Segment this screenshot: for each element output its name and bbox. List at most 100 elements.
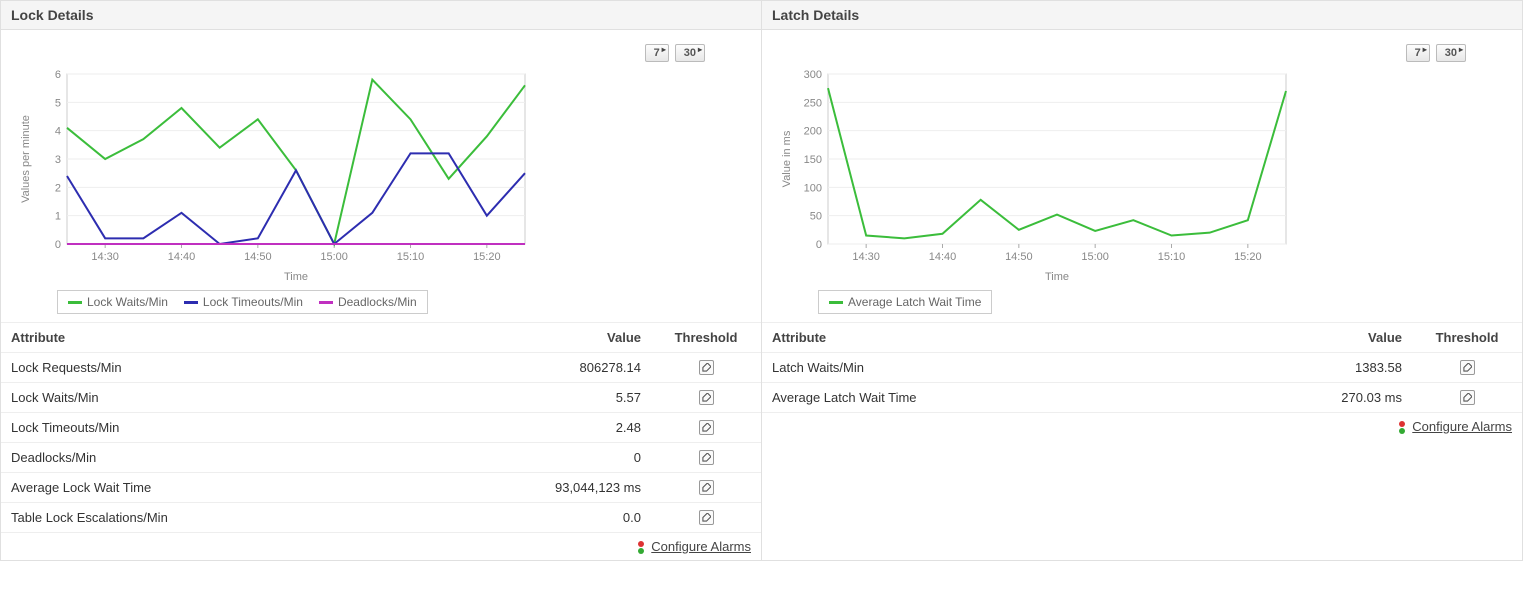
- svg-text:0: 0: [816, 239, 822, 251]
- value-cell: 5.57: [511, 383, 651, 413]
- threshold-edit-icon[interactable]: [699, 480, 714, 495]
- svg-text:15:00: 15:00: [1081, 251, 1109, 263]
- legend-swatch: [829, 301, 843, 304]
- value-cell: 0.0: [511, 503, 651, 533]
- svg-text:2: 2: [55, 182, 61, 194]
- latch-range-7-button[interactable]: 7: [1406, 44, 1430, 62]
- svg-text:15:20: 15:20: [1234, 251, 1262, 263]
- svg-text:4: 4: [55, 126, 61, 138]
- attr-cell: Latch Waits/Min: [762, 353, 1272, 383]
- svg-text:14:40: 14:40: [168, 251, 196, 263]
- legend-label: Average Latch Wait Time: [848, 295, 981, 309]
- threshold-edit-icon[interactable]: [699, 390, 714, 405]
- threshold-cell: [651, 443, 761, 473]
- table-row: Lock Timeouts/Min2.48: [1, 413, 761, 443]
- svg-text:14:40: 14:40: [929, 251, 957, 263]
- svg-text:15:00: 15:00: [320, 251, 348, 263]
- table-row: Average Latch Wait Time270.03 ms: [762, 383, 1522, 413]
- svg-text:0: 0: [55, 239, 61, 251]
- alarm-status-icon: [1399, 421, 1405, 434]
- threshold-cell: [651, 353, 761, 383]
- legend-label: Lock Waits/Min: [87, 295, 168, 309]
- legend-label: Lock Timeouts/Min: [203, 295, 303, 309]
- legend-item: Deadlocks/Min: [319, 295, 417, 309]
- table-row: Lock Requests/Min806278.14: [1, 353, 761, 383]
- threshold-edit-icon[interactable]: [699, 510, 714, 525]
- lock-chart-legend: Lock Waits/Min Lock Timeouts/Min Deadlocks…: [57, 290, 428, 314]
- svg-text:6: 6: [55, 69, 61, 81]
- svg-text:5: 5: [55, 97, 61, 109]
- legend-swatch: [184, 301, 198, 304]
- table-row: Average Lock Wait Time93,044,123 ms: [1, 473, 761, 503]
- svg-text:14:30: 14:30: [852, 251, 880, 263]
- table-row: Deadlocks/Min0: [1, 443, 761, 473]
- legend-item: Average Latch Wait Time: [829, 295, 981, 309]
- attr-cell: Average Latch Wait Time: [762, 383, 1272, 413]
- latch-range-buttons: 7 30: [778, 38, 1506, 64]
- svg-text:14:50: 14:50: [1005, 251, 1033, 263]
- latch-chart-legend: Average Latch Wait Time: [818, 290, 992, 314]
- svg-text:15:10: 15:10: [1158, 251, 1186, 263]
- value-cell: 93,044,123 ms: [511, 473, 651, 503]
- svg-text:14:30: 14:30: [91, 251, 119, 263]
- threshold-cell: [1412, 353, 1522, 383]
- latch-metrics-table: Attribute Value Threshold Latch Waits/Mi…: [762, 322, 1522, 413]
- lock-range-30-button[interactable]: 30: [675, 44, 705, 62]
- latch-configure-row: Configure Alarms: [762, 413, 1522, 440]
- svg-text:100: 100: [804, 182, 822, 194]
- col-attribute: Attribute: [762, 323, 1272, 353]
- lock-configure-alarms-link[interactable]: Configure Alarms: [651, 539, 751, 554]
- latch-chart-area: 7 30 0 50 100 150 200 250 300 14:30 14:40 14:50 15…: [762, 30, 1522, 322]
- svg-text:50: 50: [810, 211, 822, 223]
- svg-text:15:20: 15:20: [473, 251, 501, 263]
- value-cell: 270.03 ms: [1272, 383, 1412, 413]
- lock-chart-area: 7 30 012345614:3014:4014:5015:0015:1015:…: [1, 30, 761, 322]
- legend-item: Lock Timeouts/Min: [184, 295, 303, 309]
- svg-text:1: 1: [55, 211, 61, 223]
- svg-text:Time: Time: [1045, 271, 1069, 283]
- lock-range-7-button[interactable]: 7: [645, 44, 669, 62]
- col-value: Value: [511, 323, 651, 353]
- svg-text:15:10: 15:10: [397, 251, 425, 263]
- threshold-edit-icon[interactable]: [1460, 390, 1475, 405]
- legend-swatch: [68, 301, 82, 304]
- lock-details-panel: Lock Details 7 30 012345614:3014:4014:50…: [0, 0, 761, 561]
- latch-configure-alarms-link[interactable]: Configure Alarms: [1412, 419, 1512, 434]
- attr-cell: Lock Timeouts/Min: [1, 413, 511, 443]
- svg-text:150: 150: [804, 154, 822, 166]
- svg-text:200: 200: [804, 126, 822, 138]
- legend-swatch: [319, 301, 333, 304]
- attr-cell: Deadlocks/Min: [1, 443, 511, 473]
- value-cell: 0: [511, 443, 651, 473]
- latch-range-30-button[interactable]: 30: [1436, 44, 1466, 62]
- col-threshold: Threshold: [651, 323, 761, 353]
- threshold-edit-icon[interactable]: [1460, 360, 1475, 375]
- threshold-cell: [651, 413, 761, 443]
- svg-text:Time: Time: [284, 271, 308, 283]
- lock-metrics-table: Attribute Value Threshold Lock Requests/…: [1, 322, 761, 533]
- legend-label: Deadlocks/Min: [338, 295, 417, 309]
- col-threshold: Threshold: [1412, 323, 1522, 353]
- attr-cell: Lock Waits/Min: [1, 383, 511, 413]
- svg-text:3: 3: [55, 154, 61, 166]
- threshold-edit-icon[interactable]: [699, 360, 714, 375]
- col-value: Value: [1272, 323, 1412, 353]
- col-attribute: Attribute: [1, 323, 511, 353]
- table-row: Lock Waits/Min5.57: [1, 383, 761, 413]
- svg-text:Values per minute: Values per minute: [20, 115, 32, 203]
- threshold-edit-icon[interactable]: [699, 450, 714, 465]
- svg-text:300: 300: [804, 69, 822, 81]
- svg-text:Value in ms: Value in ms: [781, 130, 793, 187]
- threshold-cell: [651, 383, 761, 413]
- threshold-edit-icon[interactable]: [699, 420, 714, 435]
- alarm-status-icon: [638, 541, 644, 554]
- lock-panel-title: Lock Details: [1, 1, 761, 30]
- svg-text:250: 250: [804, 97, 822, 109]
- latch-panel-title: Latch Details: [762, 1, 1522, 30]
- threshold-cell: [651, 503, 761, 533]
- lock-line-chart: 012345614:3014:4014:5015:0015:1015:20Tim…: [17, 64, 537, 284]
- lock-configure-row: Configure Alarms: [1, 533, 761, 560]
- attr-cell: Average Lock Wait Time: [1, 473, 511, 503]
- dashboard-container: Lock Details 7 30 0 1 2 3 4 5 6 14:30 14:40 14:50…: [0, 0, 1523, 561]
- threshold-cell: [1412, 383, 1522, 413]
